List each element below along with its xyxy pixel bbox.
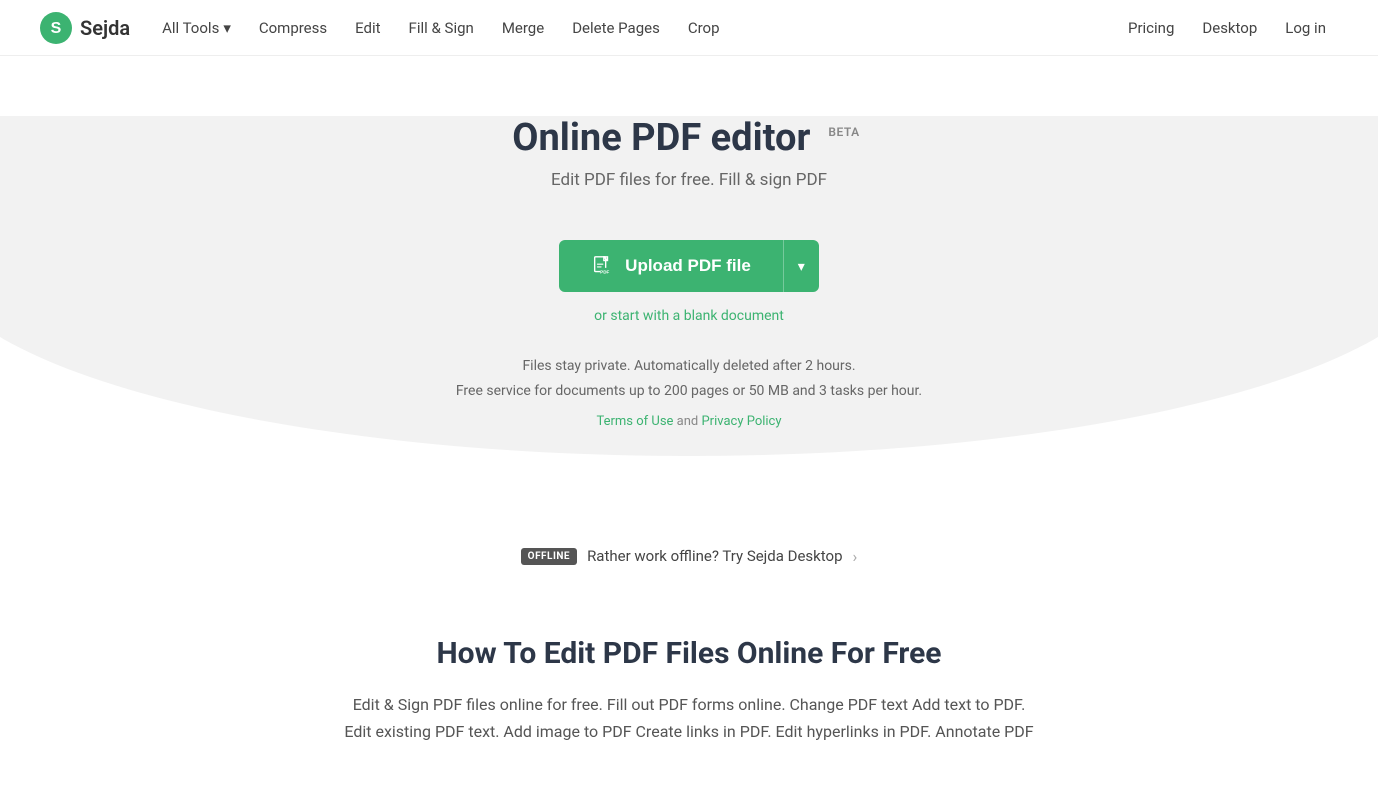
nav-fill-sign[interactable]: Fill & Sign [397, 13, 486, 43]
nav-right: Pricing Desktop Log in [1116, 13, 1338, 43]
logo[interactable]: S Sejda [40, 12, 130, 44]
svg-text:PDF: PDF [600, 269, 609, 274]
hero-title-container: Online PDF editor BETA [0, 116, 1378, 160]
dropdown-arrow-icon: ▾ [798, 258, 805, 275]
nav-login[interactable]: Log in [1273, 13, 1338, 43]
offline-badge: OFFLINE [521, 548, 577, 565]
terms-links: Terms of Use and Privacy Policy [0, 410, 1378, 433]
pdf-file-icon: PDF [591, 255, 613, 277]
hero-title-text: Online PDF editor [512, 116, 810, 160]
chevron-down-icon: ▾ [223, 19, 231, 37]
nav-merge[interactable]: Merge [490, 13, 556, 43]
svg-text:S: S [51, 20, 62, 37]
nav-desktop[interactable]: Desktop [1190, 13, 1269, 43]
bottom-section: How To Edit PDF Files Online For Free Ed… [0, 596, 1378, 785]
header: S Sejda All Tools ▾ Compress Edit Fill &… [0, 0, 1378, 56]
nav-crop[interactable]: Crop [676, 13, 732, 43]
hero-subtitle: Edit PDF files for free. Fill & sign PDF [0, 170, 1378, 190]
logo-icon: S [40, 12, 72, 44]
hero-content: Online PDF editor BETA Edit PDF files fo… [0, 56, 1378, 434]
info-line1: Files stay private. Automatically delete… [0, 354, 1378, 379]
beta-badge: BETA [822, 122, 865, 142]
nav-all-tools[interactable]: All Tools ▾ [150, 13, 243, 43]
terms-of-use-link[interactable]: Terms of Use [596, 414, 673, 429]
info-section: Files stay private. Automatically delete… [0, 354, 1378, 434]
upload-btn-group: PDF Upload PDF file ▾ [559, 240, 819, 292]
nav-edit[interactable]: Edit [343, 13, 392, 43]
upload-btn-label: Upload PDF file [625, 256, 751, 276]
bottom-title: How To Edit PDF Files Online For Free [200, 636, 1178, 671]
nav-delete-pages[interactable]: Delete Pages [560, 13, 672, 43]
and-separator: and [677, 414, 699, 429]
offline-banner[interactable]: OFFLINE Rather work offline? Try Sejda D… [521, 547, 858, 566]
offline-section: OFFLINE Rather work offline? Try Sejda D… [0, 544, 1378, 596]
privacy-policy-link[interactable]: Privacy Policy [701, 414, 781, 429]
nav-pricing[interactable]: Pricing [1116, 13, 1186, 43]
hero-section: Online PDF editor BETA Edit PDF files fo… [0, 56, 1378, 494]
bottom-description: Edit & Sign PDF files online for free. F… [339, 691, 1039, 745]
upload-pdf-button[interactable]: PDF Upload PDF file [559, 240, 783, 292]
logo-text: Sejda [80, 16, 130, 40]
chevron-right-icon: › [853, 547, 858, 566]
nav-compress[interactable]: Compress [247, 13, 339, 43]
upload-section: PDF Upload PDF file ▾ or start with a bl… [0, 240, 1378, 324]
offline-text: Rather work offline? Try Sejda Desktop [587, 547, 842, 565]
blank-document-link[interactable]: or start with a blank document [594, 308, 784, 324]
info-line2: Free service for documents up to 200 pag… [0, 379, 1378, 404]
upload-dropdown-button[interactable]: ▾ [783, 240, 819, 292]
nav-left: All Tools ▾ Compress Edit Fill & Sign Me… [150, 13, 731, 43]
